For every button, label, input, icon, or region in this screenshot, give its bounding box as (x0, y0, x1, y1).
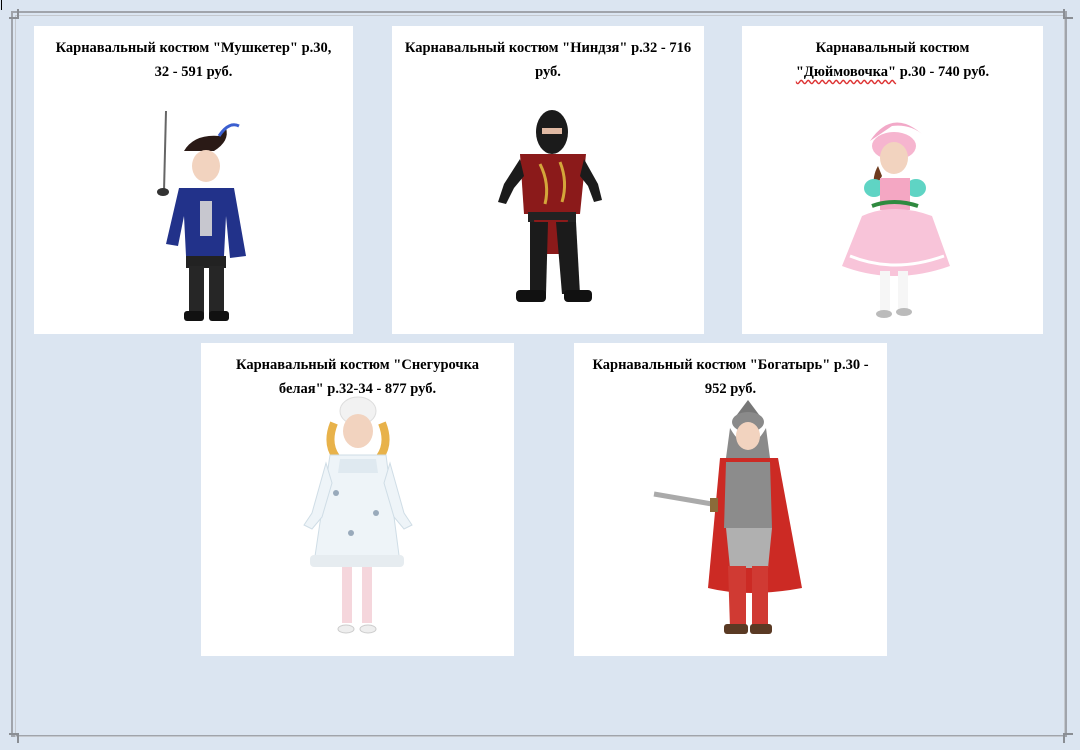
thumbelina-costume-image (842, 122, 950, 318)
costume-caption: Карнавальный костюм "Мушкетер" р.30, 32 … (55, 40, 332, 80)
snow-maiden-costume-image (303, 396, 413, 634)
costume-card-snow-maiden: Карнавальный костюм "Снегурочка белая" р… (201, 343, 514, 656)
ninja-costume-image (498, 110, 602, 302)
corner-mark-bottom-left (9, 733, 19, 743)
costume-card-thumbelina: Карнавальный костюм "Дюймовочка" р.30 - … (742, 26, 1043, 334)
costume-caption: Карнавальный костюм "Богатырь" р.30 - 95… (592, 357, 869, 397)
corner-mark-top-right (1063, 9, 1073, 19)
costume-caption: Карнавальный костюм "Дюймовочка" р.30 - … (795, 40, 990, 80)
musketeer-costume-image (157, 110, 246, 321)
costume-card-bogatyr: Карнавальный костюм "Богатырь" р.30 - 95… (574, 343, 887, 656)
costume-caption: Карнавальный костюм "Ниндзя" р.32 - 716 … (404, 40, 692, 80)
text-cursor (1, 0, 2, 10)
corner-mark-top-left (9, 9, 19, 19)
corner-mark-bottom-right (1063, 733, 1073, 743)
costume-card-musketeer: Карнавальный костюм "Мушкетер" р.30, 32 … (34, 26, 353, 334)
bogatyr-costume-image (653, 400, 802, 634)
costume-card-ninja: Карнавальный костюм "Ниндзя" р.32 - 716 … (392, 26, 704, 334)
